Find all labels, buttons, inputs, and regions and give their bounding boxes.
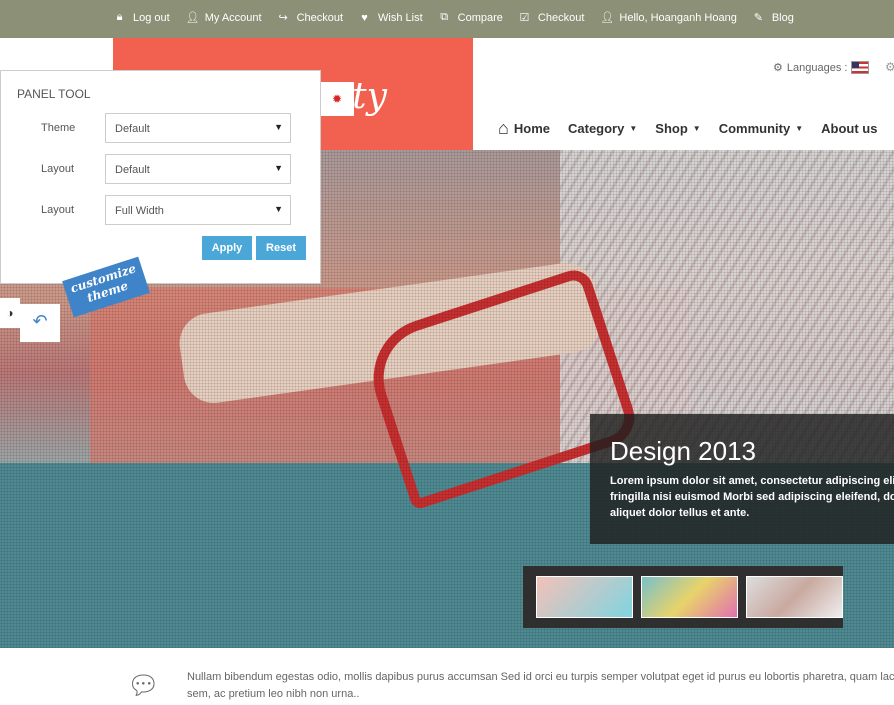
- thumbnail-3[interactable]: [746, 576, 843, 618]
- thumbnail-1[interactable]: [536, 576, 633, 618]
- top-bar: 🔒︎ Log out 👤︎ My Account ↪ Checkout ♥ Wish L…: [0, 0, 894, 38]
- contrast-icon[interactable]: ◑: [0, 298, 20, 328]
- menu-home[interactable]: ⌂ Home: [498, 118, 550, 139]
- apply-button[interactable]: Apply: [202, 236, 252, 260]
- wishlist-link[interactable]: ♥ Wish List: [359, 11, 422, 24]
- language-selector[interactable]: ⚙ Languages :: [773, 61, 870, 74]
- dropdown-arrow-icon: ▼: [274, 204, 283, 214]
- slider-thumbnails: [523, 566, 843, 628]
- header-nav: ⚙ Languages : ⚙ ⌂ Home Category ▼ Shop ▼ Co…: [473, 38, 894, 150]
- gear-icon: ⚙: [773, 62, 783, 74]
- layout-select[interactable]: Default ▼: [105, 154, 291, 184]
- theme-label: Theme: [41, 122, 76, 134]
- menu-community[interactable]: Community ▼: [719, 121, 803, 136]
- main-menu: ⌂ Home Category ▼ Shop ▼ Community ▼ About u…: [498, 118, 877, 139]
- edit-icon: ✎: [753, 12, 763, 24]
- curved-arrow-icon: ↶: [20, 304, 60, 342]
- settings-gear-icon[interactable]: ✹: [320, 82, 354, 116]
- panel-toggle[interactable]: ◑ ↶: [0, 298, 60, 344]
- caption-title: Design 2013: [610, 436, 756, 466]
- blog-link[interactable]: ✎ Blog: [753, 11, 794, 25]
- heart-icon: ♥: [361, 11, 368, 24]
- top-links: 🔒︎ Log out 👤︎ My Account ↪ Checkout ♥ Wish L…: [114, 11, 794, 24]
- layout-row: Layout Default ▼: [1, 154, 322, 186]
- check-icon: ☑: [519, 12, 530, 24]
- layout-label: Layout: [41, 163, 75, 175]
- gear-icon[interactable]: ⚙: [885, 60, 894, 74]
- dropdown-arrow-icon: ▼: [274, 122, 283, 132]
- checkout-link[interactable]: ↪ Checkout: [278, 11, 343, 25]
- home-icon: ⌂: [498, 118, 509, 138]
- caption-text: Lorem ipsum dolor sit amet, consectetur …: [610, 475, 894, 519]
- caret-down-icon: ▼: [795, 124, 804, 133]
- hello-user-link[interactable]: 👤︎ Hello, Hoanganh Hoang: [600, 11, 736, 25]
- lock-icon: 🔒︎: [116, 11, 123, 23]
- intro-section: 💬︎ Nullam bibendum egestas odio, mollis …: [0, 650, 894, 705]
- intro-text: Nullam bibendum egestas odio, mollis dap…: [187, 671, 894, 700]
- menu-category[interactable]: Category ▼: [568, 121, 637, 136]
- user-icon: 👤︎: [600, 12, 615, 24]
- compare-icon: ⧉: [440, 11, 449, 23]
- dropdown-arrow-icon: ▼: [274, 163, 283, 173]
- caret-down-icon: ▼: [629, 124, 638, 133]
- logout-link[interactable]: 🔒︎ Log out: [114, 11, 170, 24]
- my-account-link[interactable]: 👤︎ My Account: [185, 11, 262, 25]
- us-flag-icon: [851, 61, 870, 74]
- reset-button[interactable]: Reset: [256, 236, 306, 260]
- checkout-link-2[interactable]: ☑ Checkout: [519, 11, 584, 25]
- caret-down-icon: ▼: [692, 124, 701, 133]
- theme-row: Theme Default ▼: [1, 113, 322, 145]
- slide-caption: Design 2013 Lorem ipsum dolor sit amet, …: [590, 414, 894, 544]
- layout-width-row: Layout Full Width ▼: [1, 195, 322, 227]
- chat-bubbles-icon: 💬︎: [127, 670, 161, 700]
- layout-width-label: Layout: [41, 204, 75, 216]
- thumbnail-2[interactable]: [641, 576, 738, 618]
- menu-shop[interactable]: Shop ▼: [655, 121, 700, 136]
- panel-title: PANEL TOOL: [17, 87, 91, 101]
- user-icon: 👤︎: [185, 12, 200, 24]
- layout-width-select[interactable]: Full Width ▼: [105, 195, 291, 225]
- theme-select[interactable]: Default ▼: [105, 113, 291, 143]
- menu-about-us[interactable]: About us: [821, 121, 877, 136]
- share-icon: ↪: [278, 12, 288, 24]
- panel-tool: PANEL TOOL Theme Default ▼ Layout Default…: [0, 70, 321, 284]
- compare-link[interactable]: ⧉ Compare: [439, 11, 503, 24]
